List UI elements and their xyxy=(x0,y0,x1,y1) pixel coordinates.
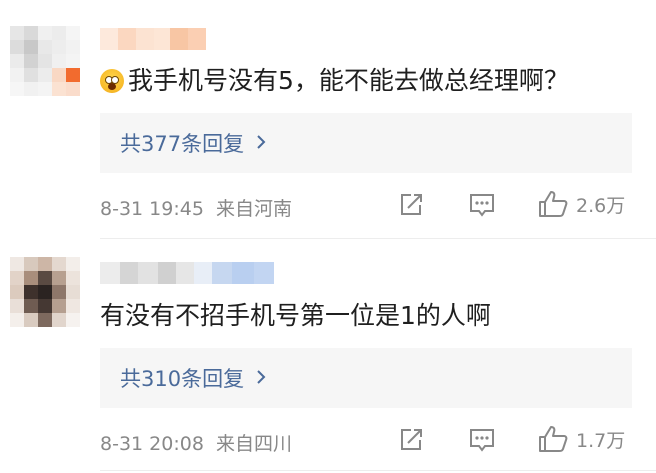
like-icon xyxy=(538,425,568,453)
share-button[interactable] xyxy=(398,427,424,453)
like-count: 1.7万 xyxy=(576,429,626,452)
comment-text-content: 有没有不招手机号第一位是1的人啊 xyxy=(100,301,491,330)
view-replies-button[interactable]: 共310条回复 xyxy=(100,348,632,408)
comment-button[interactable] xyxy=(468,427,496,453)
username-blurred[interactable] xyxy=(100,262,274,284)
like-button[interactable]: 1.7万 xyxy=(538,425,625,453)
divider xyxy=(100,470,656,471)
comment-text: 有没有不招手机号第一位是1的人啊 xyxy=(100,299,491,333)
comment-location: 来自四川 xyxy=(215,433,292,455)
comment-icon xyxy=(468,427,496,453)
avatar[interactable] xyxy=(10,257,80,327)
share-icon xyxy=(398,427,424,453)
reply-count-label: 共310条回复 xyxy=(120,367,245,391)
chevron-right-icon xyxy=(256,366,266,390)
comment-item: 有没有不招手机号第一位是1的人啊 共310条回复 8-31 20:08 来自四川… xyxy=(0,0,656,473)
comment-time: 8-31 20:08 xyxy=(100,433,204,455)
comment-meta: 8-31 20:08 来自四川 xyxy=(100,429,292,456)
